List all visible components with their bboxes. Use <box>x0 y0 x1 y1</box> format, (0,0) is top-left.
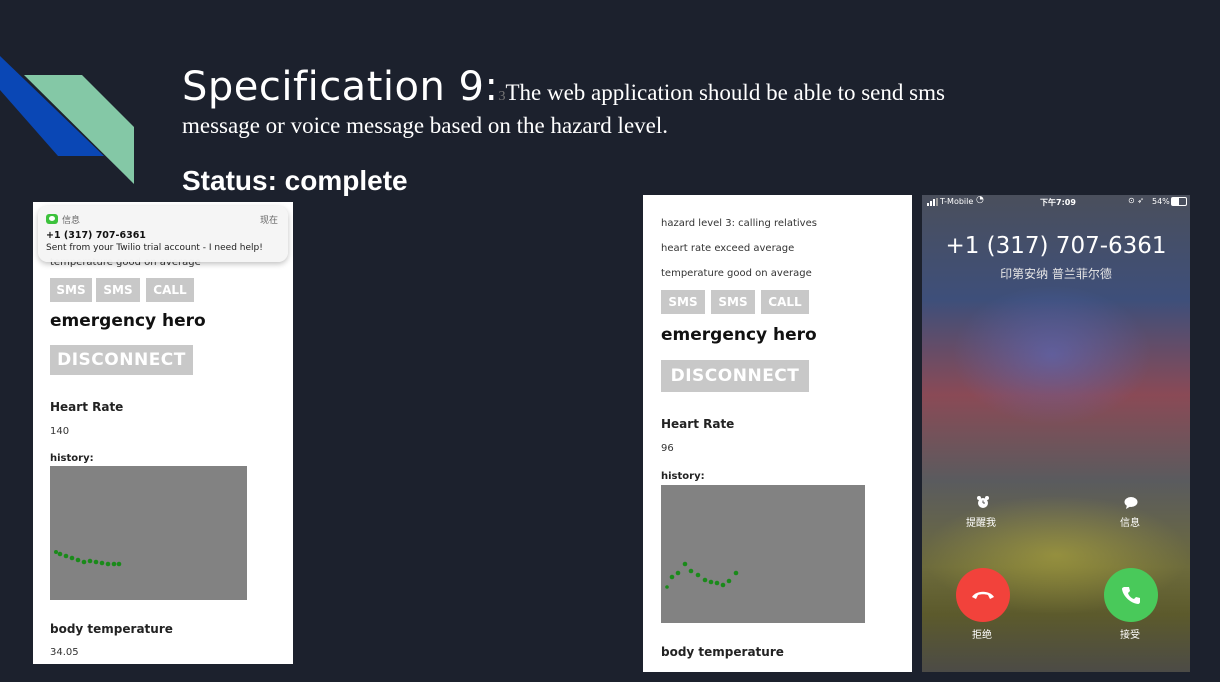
body-temperature-label: body temperature <box>50 622 173 636</box>
message-label[interactable]: 信息 <box>1120 514 1140 529</box>
sms-button-2[interactable]: SMS <box>711 290 755 314</box>
heart-rate-label: Heart Rate <box>661 417 735 431</box>
wifi-icon: ◔ <box>976 195 984 205</box>
history-graph <box>661 485 865 623</box>
logo-chevrons <box>0 56 134 184</box>
history-graph <box>50 466 247 600</box>
notification-sender: +1 (317) 707-6361 <box>46 230 146 241</box>
body-temperature-value: 34.05 <box>50 647 79 658</box>
hang-up-icon <box>972 591 994 599</box>
call-button[interactable]: CALL <box>146 278 194 302</box>
description-line-2: message or voice message based on the ha… <box>182 113 668 138</box>
app-title: emergency hero <box>50 311 206 331</box>
disconnect-button[interactable]: DISCONNECT <box>50 345 193 375</box>
notification-app-name: 信息 <box>62 216 81 226</box>
status-line-heart: heart rate exceed average <box>661 243 795 254</box>
decline-label: 拒绝 <box>972 630 992 641</box>
battery-percent: 54% <box>1152 197 1170 206</box>
carrier-name: T-Mobile <box>940 197 974 206</box>
app-title: emergency hero <box>661 325 817 345</box>
heart-rate-label: Heart Rate <box>50 400 124 414</box>
sms-notification[interactable]: 信息 现在 +1 (317) 707-6361 Sent from your T… <box>38 206 288 262</box>
left-phone-screenshot: temperature good on average SMS SMS CALL… <box>33 202 293 664</box>
specification-heading: Specification 9: <box>182 64 499 110</box>
right-button-row: SMS SMS CALL <box>661 290 809 314</box>
sms-button-2[interactable]: SMS <box>96 278 140 302</box>
accept-button[interactable] <box>1104 568 1158 622</box>
status-text: Status: complete <box>182 165 408 196</box>
history-dots <box>665 561 739 589</box>
history-label: history: <box>661 471 705 482</box>
remind-me-label[interactable]: 提醒我 <box>966 514 996 529</box>
disconnect-button[interactable]: DISCONNECT <box>661 360 809 392</box>
accept-label: 接受 <box>1120 630 1140 641</box>
status-line-temperature: temperature good on average <box>661 268 812 279</box>
heart-rate-value: 140 <box>50 426 70 437</box>
call-button[interactable]: CALL <box>761 290 809 314</box>
incoming-call-screen: T-Mobile ◔ 下午7:09 ⊙ ➶ 54% +1 (317) 707-6… <box>922 195 1190 672</box>
sms-button[interactable]: SMS <box>50 278 92 302</box>
left-button-row: SMS SMS CALL <box>50 278 194 302</box>
description-line-1: The web application should be able to se… <box>505 80 945 105</box>
slide-title: Specification 9:3The web application sho… <box>182 64 945 110</box>
caller-location: 印第安纳 普兰菲尔德 <box>1000 267 1112 281</box>
right-phone-screenshot: hazard level 3: calling relatives heart … <box>643 195 912 672</box>
decline-button[interactable] <box>956 568 1010 622</box>
signal-icon <box>927 198 938 206</box>
sms-button[interactable]: SMS <box>661 290 705 314</box>
status-time: 下午7:09 <box>1040 198 1076 207</box>
alarm-clock-icon[interactable] <box>976 495 990 509</box>
message-bubble-icon[interactable] <box>1124 496 1138 509</box>
caller-number: +1 (317) 707-6361 <box>945 233 1167 259</box>
messages-icon <box>46 214 58 224</box>
history-label: history: <box>50 453 94 464</box>
battery-icon <box>1171 197 1187 206</box>
notification-time: 现在 <box>259 216 278 226</box>
body-temperature-label: body temperature <box>661 645 784 659</box>
status-line-hazard: hazard level 3: calling relatives <box>661 218 817 229</box>
phone-icon <box>1122 587 1140 604</box>
history-dots <box>54 550 122 567</box>
notification-message: Sent from your Twilio trial account - I … <box>46 243 263 253</box>
heart-rate-value: 96 <box>661 443 674 454</box>
status-right-icons: ⊙ ➶ <box>1128 196 1144 205</box>
